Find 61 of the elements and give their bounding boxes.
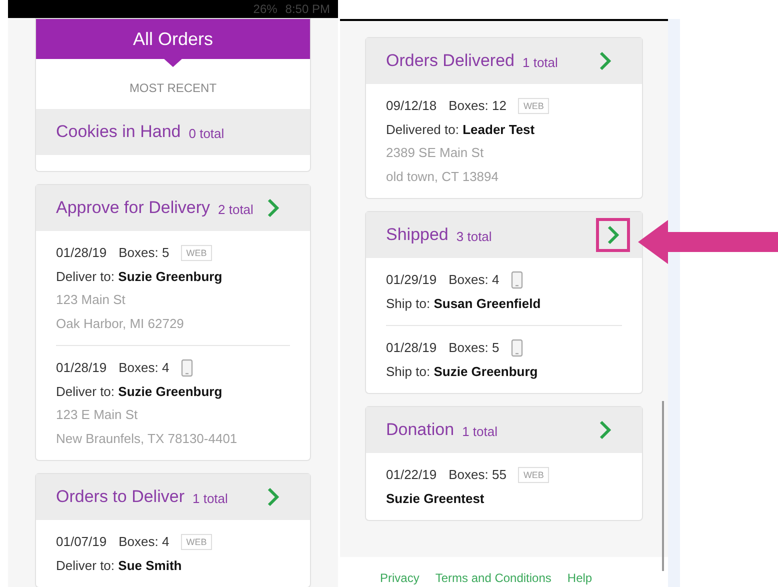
chevron-right-icon <box>599 51 611 71</box>
section-total: 1 total <box>522 54 558 72</box>
chevron-right-icon <box>599 420 611 440</box>
recipient-text: Deliver to: Suzie Greenburg <box>56 382 224 401</box>
web-badge: WEB <box>181 534 212 550</box>
section-total: 1 total <box>462 422 498 441</box>
box-count: Boxes: 12 <box>448 97 506 115</box>
recipient-text: Deliver to: Sue Smith <box>56 556 183 574</box>
address-line: old town, CT 13894 <box>386 168 500 186</box>
order-date: 09/12/18 <box>386 97 437 115</box>
sort-label: MOST RECENT <box>129 80 217 97</box>
section-title: Shipped <box>386 224 448 246</box>
battery-level: 26% <box>253 1 278 18</box>
phone-icon <box>511 338 524 357</box>
open-section-button[interactable] <box>596 218 630 252</box>
recipient-text: Delivered to: Leader Test <box>386 120 536 138</box>
section-total: 0 total <box>188 124 224 143</box>
section-title: Donation <box>386 419 454 442</box>
box-count: Boxes: 55 <box>448 466 506 484</box>
section-total: 2 total <box>218 200 254 219</box>
phone-icon <box>511 270 524 289</box>
order-date: 01/07/19 <box>56 533 107 551</box>
address-line: Oak Harbor, MI 62729 <box>56 314 185 332</box>
address-line: New Braunfels, TX 78130-4401 <box>56 430 238 448</box>
pointer-arrow-icon <box>638 220 778 264</box>
recipient-text: Ship to: Susan Greenfield <box>386 294 542 313</box>
recipient-name: Suzie Greentest <box>386 490 486 508</box>
address-line: 2389 SE Main St <box>386 144 485 162</box>
address-line: 123 Main St <box>56 291 126 309</box>
address-line: 123 E Main St <box>56 406 139 424</box>
chevron-right-icon <box>607 225 619 245</box>
order-date: 01/28/19 <box>386 339 437 357</box>
box-count: Boxes: 4 <box>448 271 500 289</box>
order-date: 01/22/19 <box>386 466 437 484</box>
footer-link[interactable]: Help <box>567 569 592 587</box>
section-title: Approve for Delivery <box>56 197 210 220</box>
recipient-text: Deliver to: Suzie Greenburg <box>56 268 224 286</box>
box-count: Boxes: 4 <box>118 359 170 377</box>
phone-icon <box>181 358 194 377</box>
web-badge: WEB <box>518 98 549 114</box>
section-title: Orders to Deliver <box>56 486 184 508</box>
box-count: Boxes: 5 <box>448 339 500 357</box>
web-badge: WEB <box>518 466 549 483</box>
section-total: 3 total <box>456 228 492 246</box>
order-date: 01/28/19 <box>56 359 107 377</box>
order-date: 01/29/19 <box>386 271 437 289</box>
recipient-text: Ship to: Suzie Greenburg <box>386 362 539 381</box>
box-count: Boxes: 5 <box>118 244 170 262</box>
section-total: 1 total <box>192 490 228 508</box>
header-bar: All Orders <box>36 19 310 59</box>
section-title: Orders Delivered <box>386 50 514 72</box>
section-title: Cookies in Hand <box>56 121 181 144</box>
box-count: Boxes: 4 <box>118 533 170 551</box>
pointer-notch <box>163 58 183 67</box>
footer-link[interactable]: Privacy <box>380 569 420 587</box>
clock-time: 8:50 PM <box>285 1 330 18</box>
order-date: 01/28/19 <box>56 244 107 262</box>
chevron-right-icon <box>267 198 279 218</box>
web-badge: WEB <box>181 244 212 261</box>
footer-link[interactable]: Terms and Conditions <box>435 569 552 587</box>
chevron-right-icon <box>267 487 279 507</box>
